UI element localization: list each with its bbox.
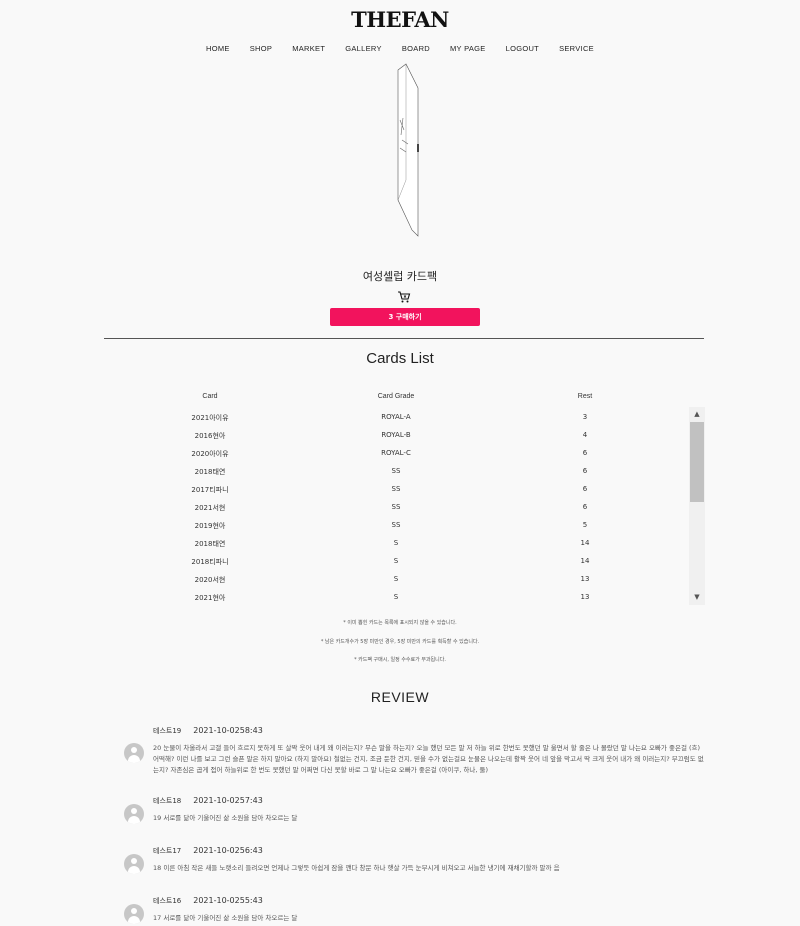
table-row: 2017티파니 SS 6 — [110, 479, 706, 497]
nav-shop[interactable]: SHOP — [240, 44, 282, 53]
review-text: 18 이른 아침 작은 새들 노랫소리 들려오면 언제나 그렇듯 아쉽게 잠을 … — [153, 864, 560, 872]
table-row: 2018태연 S 14 — [110, 533, 706, 551]
card-name: 2017티파니 — [191, 486, 229, 494]
header-rest: Rest — [577, 393, 593, 400]
review-item: 테스트18 2021-10-0257:43 19 서로를 닮아 기울어진 삶 소원… — [124, 796, 704, 836]
card-name: 2019현아 — [194, 522, 226, 530]
card-name: 2021현아 — [194, 594, 226, 602]
nav-home[interactable]: HOME — [196, 44, 240, 53]
review-date: 2021-10-0255:43 — [193, 896, 263, 905]
scroll-down-arrow-icon[interactable]: ▼ — [689, 590, 705, 605]
card-grade: S — [393, 557, 399, 565]
card-grade: SS — [391, 467, 401, 475]
nav-my-page[interactable]: MY PAGE — [440, 44, 496, 53]
review-text: 19 서로를 닮아 기울어진 삶 소원을 담아 차오르는 달 — [153, 814, 298, 822]
cards-table-body[interactable]: 2021아이유 ROYAL-A 3 2016현아 ROYAL-B 4 2020아이유 RO… — [110, 407, 706, 605]
card-rest: 6 — [582, 467, 588, 475]
card-name: 2021서현 — [194, 504, 226, 512]
card-rest: 3 — [582, 413, 588, 421]
buy-button[interactable]: 3 구매하기 — [330, 308, 480, 326]
card-grade: SS — [391, 503, 401, 511]
review-title: REVIEW — [370, 689, 430, 705]
avatar-icon — [124, 904, 144, 924]
cards-table-header: Card Card Grade Rest — [110, 393, 690, 403]
card-grade: S — [393, 575, 399, 583]
card-name: 2021아이유 — [191, 414, 229, 422]
card-rest: 13 — [580, 593, 590, 601]
avatar-icon — [124, 804, 144, 824]
review-user: 테스트18 — [153, 797, 182, 805]
card-grade: ROYAL-A — [381, 413, 411, 421]
card-name: 2016현아 — [194, 432, 226, 440]
note-line: * 남은 카드개수가 5장 미만인 경우, 5장 미만의 카드를 획득할 수 있… — [320, 638, 480, 645]
card-rest: 6 — [582, 485, 588, 493]
nav-logout[interactable]: LOGOUT — [496, 44, 549, 53]
table-row: 2021현아 S 13 — [110, 587, 706, 605]
table-row: 2020서현 S 13 — [110, 569, 706, 587]
card-pack-image — [397, 63, 419, 237]
nav-gallery[interactable]: GALLERY — [335, 44, 392, 53]
review-date: 2021-10-0257:43 — [193, 796, 263, 805]
cards-list-title: Cards List — [366, 350, 434, 367]
table-row: 2018태연 SS 6 — [110, 461, 706, 479]
table-row: 2016현아 ROYAL-B 4 — [110, 425, 706, 443]
card-grade: ROYAL-B — [381, 431, 411, 439]
review-item: 테스트19 2021-10-0258:43 20 눈물이 차올라서 고갤 들어 흐… — [124, 726, 704, 786]
card-name: 2018티파니 — [191, 558, 229, 566]
review-user: 테스트17 — [153, 847, 182, 855]
table-row: 2020아이유 ROYAL-C 6 — [110, 443, 706, 461]
card-rest: 14 — [580, 539, 590, 547]
card-rest: 6 — [582, 449, 588, 457]
card-grade: SS — [391, 521, 401, 529]
review-user: 테스트19 — [153, 727, 182, 735]
card-grade: S — [393, 593, 399, 601]
review-date: 2021-10-0258:43 — [193, 726, 263, 735]
review-user: 테스트16 — [153, 897, 182, 905]
product-name: 여성셀럽 카드팩 — [362, 270, 438, 283]
review-item: 테스트17 2021-10-0256:43 18 이른 아침 작은 새들 노랫소리… — [124, 846, 704, 886]
table-row: 2019현아 SS 5 — [110, 515, 706, 533]
main-nav: HOME SHOP MARKET GALLERY BOARD MY PAGE L… — [0, 44, 800, 53]
table-row: 2021서현 SS 6 — [110, 497, 706, 515]
review-meta: 테스트19 2021-10-0258:43 — [153, 726, 263, 736]
nav-board[interactable]: BOARD — [392, 44, 440, 53]
card-name: 2020아이유 — [191, 450, 229, 458]
cards-scrollbar[interactable]: ▲ ▼ — [689, 407, 705, 605]
cards-notes: * 이미 뽑힌 카드는 목록에 표시되지 않을 수 있습니다. * 남은 카드개… — [0, 614, 800, 670]
review-meta: 테스트17 2021-10-0256:43 — [153, 846, 263, 856]
section-divider — [104, 338, 704, 339]
card-grade: ROYAL-C — [381, 449, 411, 457]
review-text: 17 서로를 닮아 기울어진 삶 소원을 담아 차오르는 달 — [153, 914, 298, 922]
scroll-up-arrow-icon[interactable]: ▲ — [689, 407, 705, 422]
nav-market[interactable]: MARKET — [282, 44, 335, 53]
card-rest: 13 — [580, 575, 590, 583]
review-text: 20 눈물이 차올라서 고갤 들어 흐르지 못하게 또 살짝 웃어 내게 왜 이… — [153, 744, 704, 774]
card-name: 2018태연 — [194, 468, 226, 476]
card-rest: 14 — [580, 557, 590, 565]
card-grade: SS — [391, 485, 401, 493]
avatar-icon — [124, 743, 144, 763]
card-rest: 5 — [582, 521, 588, 529]
review-item: 테스트16 2021-10-0255:43 17 서로를 닮아 기울어진 삶 소원… — [124, 896, 704, 926]
avatar-icon — [124, 854, 144, 874]
header-card-grade: Card Grade — [377, 393, 415, 400]
nav-service[interactable]: SERVICE — [549, 44, 604, 53]
card-grade: S — [393, 539, 399, 547]
card-name: 2020서현 — [194, 576, 226, 584]
review-meta: 테스트16 2021-10-0255:43 — [153, 896, 263, 906]
card-rest: 6 — [582, 503, 588, 511]
header-card: Card — [202, 393, 218, 400]
cart-icon[interactable] — [397, 290, 411, 304]
card-rest: 4 — [582, 431, 588, 439]
review-meta: 테스트18 2021-10-0257:43 — [153, 796, 263, 806]
note-line: * 카드팩 구매시, 일정 수수료가 부과됩니다. — [354, 657, 446, 663]
note-line: * 이미 뽑힌 카드는 목록에 표시되지 않을 수 있습니다. — [343, 620, 457, 626]
table-row: 2018티파니 S 14 — [110, 551, 706, 569]
table-row: 2021아이유 ROYAL-A 3 — [110, 407, 706, 425]
review-date: 2021-10-0256:43 — [193, 846, 263, 855]
card-name: 2018태연 — [194, 540, 226, 548]
site-logo[interactable]: THEFAN — [0, 7, 800, 32]
scroll-thumb[interactable] — [690, 422, 704, 502]
